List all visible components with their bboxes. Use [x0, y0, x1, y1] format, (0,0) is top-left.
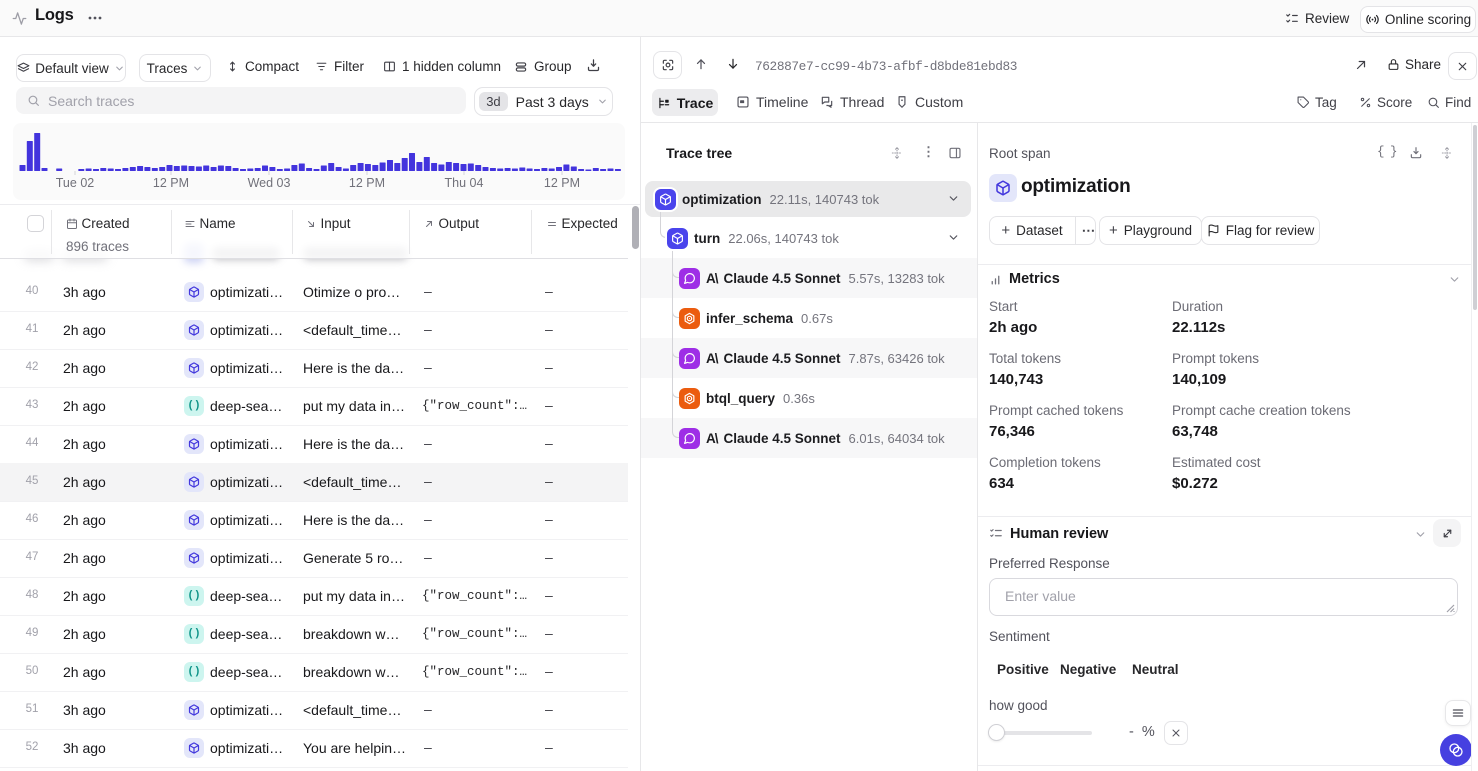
svg-text:Tue 02: Tue 02	[56, 176, 95, 190]
svg-text:12 PM: 12 PM	[349, 176, 385, 190]
svg-text:12 PM: 12 PM	[153, 176, 189, 190]
svg-text:Wed 03: Wed 03	[248, 176, 291, 190]
svg-text:12 PM: 12 PM	[544, 176, 580, 190]
svg-text:Thu 04: Thu 04	[445, 176, 484, 190]
